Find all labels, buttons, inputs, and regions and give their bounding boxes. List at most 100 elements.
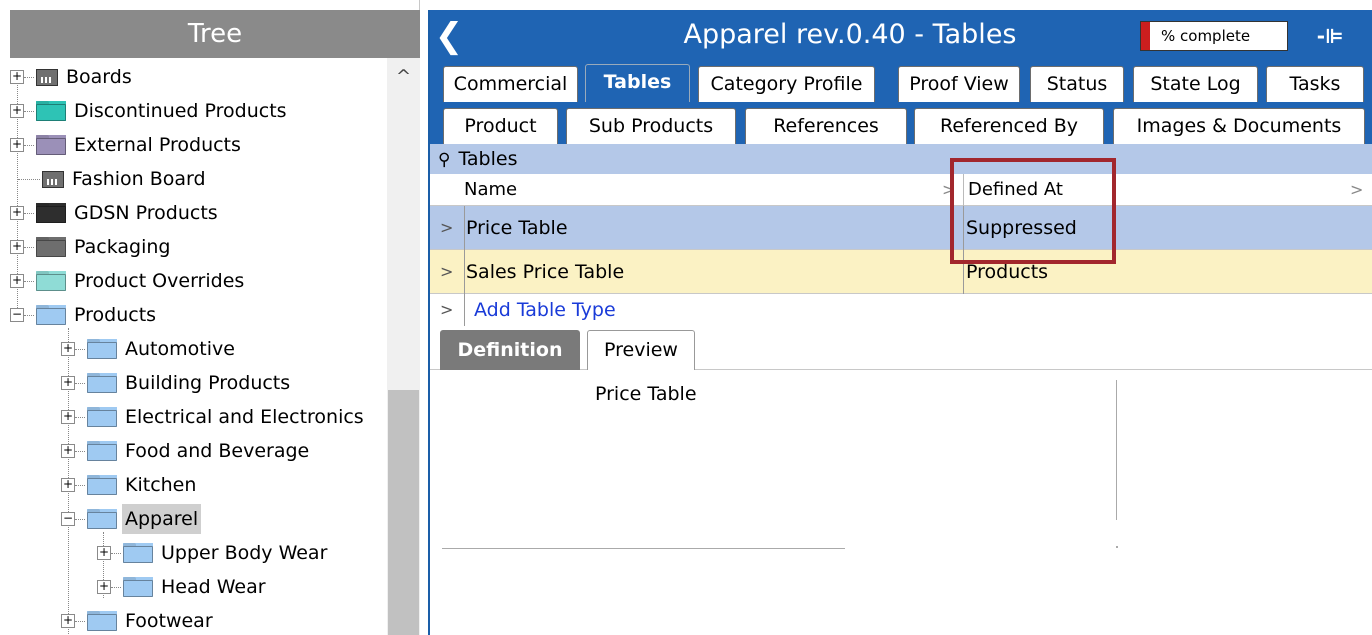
- expand-icon[interactable]: +: [10, 70, 24, 84]
- sort-icon[interactable]: >: [1350, 174, 1363, 206]
- tree-node-label[interactable]: Discontinued Products: [71, 96, 290, 126]
- tree-connector: [24, 246, 34, 248]
- editor-panel: ❮ Apparel rev.0.40 - Tables % complete -…: [428, 10, 1372, 635]
- tab-definition[interactable]: Definition: [440, 330, 580, 370]
- folder-icon: [36, 203, 66, 223]
- tree-node-products[interactable]: − Products: [10, 300, 159, 330]
- tree-connector: [111, 552, 121, 554]
- tree-connector: [75, 518, 85, 520]
- expand-row-icon[interactable]: >: [440, 294, 453, 326]
- tree-node-label[interactable]: Boards: [63, 62, 135, 92]
- expand-icon[interactable]: +: [10, 104, 24, 118]
- pin-icon[interactable]: -⊫: [1310, 20, 1350, 52]
- tree-node-gdsn-products[interactable]: + GDSN Products: [10, 198, 221, 228]
- tab-references[interactable]: References: [745, 108, 907, 144]
- expand-icon[interactable]: +: [10, 206, 24, 220]
- expand-icon[interactable]: +: [97, 580, 111, 594]
- tree-node-label[interactable]: Fashion Board: [69, 164, 209, 194]
- tab-category-profile[interactable]: Category Profile: [698, 66, 875, 102]
- expand-icon[interactable]: +: [61, 478, 75, 492]
- tab-images-documents[interactable]: Images & Documents: [1113, 108, 1365, 144]
- preview-divider: [442, 548, 845, 549]
- tab-commercial[interactable]: Commercial: [443, 66, 578, 102]
- tables-section-title: Tables: [458, 148, 518, 170]
- table-row[interactable]: > Price Table Suppressed: [430, 206, 1372, 250]
- tree-node-label[interactable]: Product Overrides: [71, 266, 247, 296]
- tree-node-label[interactable]: Automotive: [122, 334, 238, 364]
- tree-node-label[interactable]: GDSN Products: [71, 198, 221, 228]
- tree-node-packaging[interactable]: + Packaging: [10, 232, 173, 262]
- tab-state-log[interactable]: State Log: [1133, 66, 1258, 102]
- tree-node-product-overrides[interactable]: + Product Overrides: [10, 266, 247, 296]
- tab-proof-view[interactable]: Proof View: [898, 66, 1020, 102]
- folder-icon: [87, 339, 117, 359]
- tab-status[interactable]: Status: [1030, 66, 1124, 102]
- tree-node-fashion-board[interactable]: Fashion Board: [18, 164, 209, 194]
- tab-tasks[interactable]: Tasks: [1266, 66, 1364, 102]
- expand-icon[interactable]: +: [61, 444, 75, 458]
- tree-node-external-products[interactable]: + External Products: [10, 130, 244, 160]
- expand-icon[interactable]: +: [10, 138, 24, 152]
- table-name-cell[interactable]: Price Table: [464, 206, 963, 250]
- tree-node-discontinued-products[interactable]: + Discontinued Products: [10, 96, 290, 126]
- tab-sub-products[interactable]: Sub Products: [566, 108, 736, 144]
- tree-node-upper-body-wear[interactable]: + Upper Body Wear: [97, 538, 330, 568]
- folder-icon: [87, 611, 117, 631]
- tree-node-label[interactable]: Upper Body Wear: [158, 538, 330, 568]
- tree-node-kitchen[interactable]: + Kitchen: [61, 470, 199, 500]
- table-name-cell[interactable]: Sales Price Table: [464, 250, 963, 294]
- tree-node-automotive[interactable]: + Automotive: [61, 334, 238, 364]
- editor-title: Apparel rev.0.40 - Tables: [683, 19, 1017, 50]
- expand-row-icon[interactable]: >: [440, 206, 460, 250]
- expand-icon[interactable]: +: [97, 546, 111, 560]
- tree-node-label[interactable]: Food and Beverage: [122, 436, 312, 466]
- tree-node-electrical-and-electronics[interactable]: + Electrical and Electronics: [61, 402, 367, 432]
- tree-connector: [24, 144, 34, 146]
- tree-node-label[interactable]: Electrical and Electronics: [122, 402, 367, 432]
- tab-product[interactable]: Product: [443, 108, 558, 144]
- folder-icon: [87, 475, 117, 495]
- tree-node-label[interactable]: Building Products: [122, 368, 293, 398]
- tree-connector: [24, 314, 34, 316]
- expand-icon[interactable]: +: [61, 342, 75, 356]
- scroll-up-icon[interactable]: ^: [387, 62, 420, 92]
- table-row[interactable]: > Sales Price Table Products: [430, 250, 1372, 294]
- expand-icon[interactable]: +: [10, 274, 24, 288]
- expand-icon[interactable]: +: [61, 410, 75, 424]
- tree-node-apparel[interactable]: − Apparel: [61, 504, 202, 534]
- expand-row-icon[interactable]: >: [440, 250, 460, 294]
- tree-node-label[interactable]: External Products: [71, 130, 244, 160]
- preview-table-title: Price Table: [595, 383, 697, 405]
- folder-icon: [123, 543, 153, 563]
- tree-connector: [75, 382, 85, 384]
- tab-referenced-by[interactable]: Referenced By: [914, 108, 1104, 144]
- tables-column-header: Name > Defined At >: [430, 174, 1372, 206]
- column-header-name[interactable]: Name: [464, 174, 517, 206]
- tab-tables[interactable]: Tables: [585, 64, 690, 102]
- collapse-icon[interactable]: −: [61, 512, 75, 526]
- tree-connector: [24, 76, 34, 78]
- tree-node-label[interactable]: Packaging: [71, 232, 173, 262]
- expand-icon[interactable]: +: [61, 614, 75, 628]
- tree-node-label[interactable]: Kitchen: [122, 470, 199, 500]
- tree-node-footwear[interactable]: + Footwear: [61, 606, 216, 635]
- tree-node-building-products[interactable]: + Building Products: [61, 368, 293, 398]
- tree-node-label[interactable]: Products: [71, 300, 159, 330]
- tree-node-label[interactable]: Apparel: [122, 504, 202, 534]
- pin-icon[interactable]: ⚲: [438, 150, 450, 170]
- board-icon: [42, 170, 64, 188]
- expand-icon[interactable]: +: [10, 240, 24, 254]
- tree-node-label[interactable]: Footwear: [122, 606, 216, 635]
- tables-section-header[interactable]: ⚲ Tables: [430, 144, 1372, 174]
- tree-node-label[interactable]: Head Wear: [158, 572, 269, 602]
- add-table-type-link[interactable]: Add Table Type: [474, 294, 616, 326]
- scroll-thumb[interactable]: [388, 390, 419, 635]
- collapse-icon[interactable]: −: [10, 308, 24, 322]
- tab-preview[interactable]: Preview: [587, 330, 695, 370]
- tree-node-head-wear[interactable]: + Head Wear: [97, 572, 269, 602]
- tree-scrollbar[interactable]: ^: [387, 58, 420, 635]
- tree-node-boards[interactable]: + Boards: [10, 62, 135, 92]
- tree-node-food-and-beverage[interactable]: + Food and Beverage: [61, 436, 312, 466]
- expand-icon[interactable]: +: [61, 376, 75, 390]
- tree-connector: [75, 416, 85, 418]
